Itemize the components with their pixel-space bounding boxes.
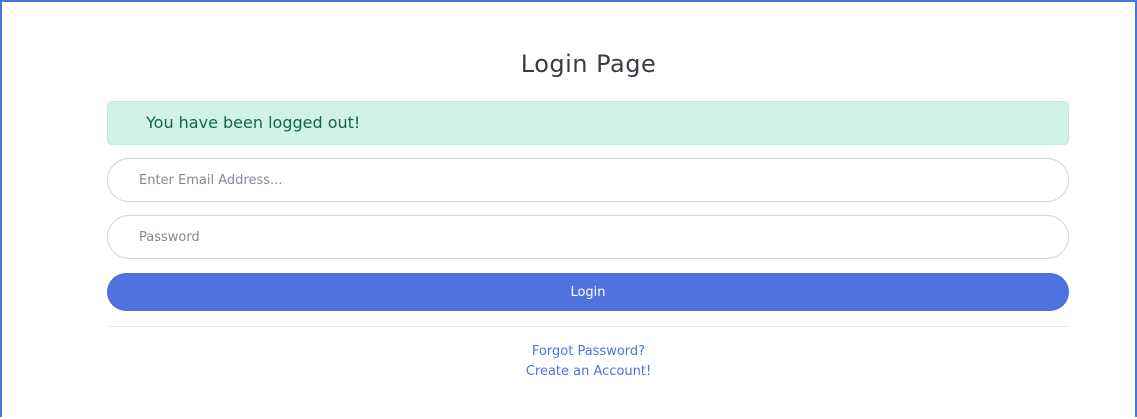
page-title: Login Page	[520, 50, 657, 78]
password-input[interactable]	[107, 215, 1069, 259]
forgot-password-link[interactable]: Forgot Password?	[12, 344, 1137, 359]
divider	[107, 326, 1069, 327]
alert-message: You have been logged out!	[146, 113, 361, 132]
logout-alert: You have been logged out!	[107, 101, 1069, 145]
login-button[interactable]: Login	[107, 273, 1069, 311]
login-card: Login Page You have been logged out! Log…	[12, 6, 1125, 419]
window-frame: Login Page You have been logged out! Log…	[0, 0, 1137, 419]
email-input[interactable]	[107, 158, 1069, 202]
create-account-link[interactable]: Create an Account!	[12, 364, 1137, 379]
